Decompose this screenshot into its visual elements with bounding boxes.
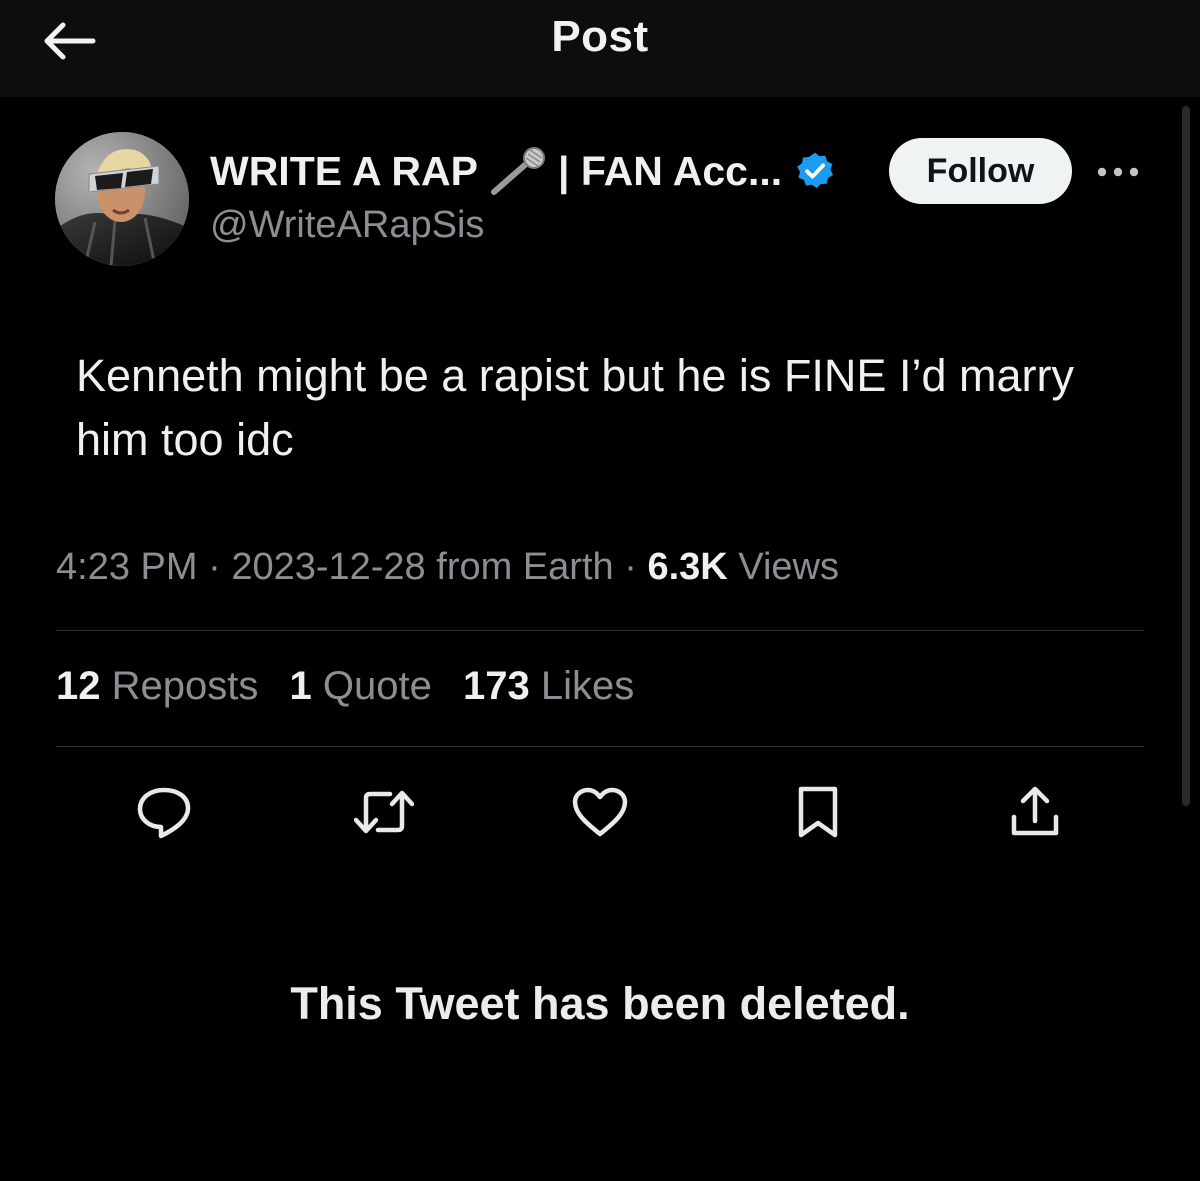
profile-photo (55, 132, 189, 266)
views-count: 6.3K (647, 546, 728, 588)
tweet-stats: 12 Reposts 1 Quote 173 Likes (56, 664, 654, 709)
quotes-stat[interactable]: 1 Quote (290, 664, 432, 708)
microphone-icon (488, 146, 552, 196)
display-name-suffix: | FAN Acc... (558, 147, 783, 194)
like-button[interactable] (570, 782, 630, 842)
divider (56, 746, 1144, 747)
reply-button[interactable] (134, 782, 194, 842)
avatar[interactable] (55, 132, 189, 266)
bookmark-icon (798, 786, 838, 838)
likes-count: 173 (462, 664, 530, 708)
display-name: WRITE A RAP (210, 147, 479, 194)
more-options-button[interactable] (1092, 150, 1144, 194)
share-icon (1011, 786, 1059, 836)
heart-icon (572, 787, 628, 837)
quotes-label: Quote (322, 664, 432, 708)
meta-separator: · (624, 546, 648, 588)
meta-separator: · (208, 546, 232, 588)
repost-button[interactable] (354, 782, 414, 842)
top-bar: Post (0, 0, 1200, 97)
views-label: Views (738, 546, 839, 588)
follow-button[interactable]: Follow (889, 138, 1072, 204)
reposts-count: 12 (56, 664, 101, 708)
tweet-source: from Earth (436, 546, 614, 588)
tweet-date: 2023-12-28 (231, 546, 426, 588)
reply-icon (137, 787, 191, 839)
tweet-meta: 4:23 PM · 2023-12-28 from Earth · 6.3K V… (56, 546, 839, 589)
user-handle[interactable]: @WriteARapSis (210, 204, 484, 247)
tweet-time: 4:23 PM (56, 546, 198, 588)
bookmark-button[interactable] (788, 782, 848, 842)
page-title: Post (551, 12, 649, 61)
deleted-tweet-notice: This Tweet has been deleted. (290, 978, 910, 1029)
display-name-row[interactable]: WRITE A RAP | FAN Acc... (210, 146, 836, 196)
tweet-text: Kenneth might be a rapist but he is FINE… (76, 350, 1074, 465)
divider (56, 630, 1144, 631)
reposts-stat[interactable]: 12 Reposts (56, 664, 258, 708)
likes-stat[interactable]: 173 Likes (463, 664, 634, 708)
verified-badge-icon (794, 150, 836, 192)
reposts-label: Reposts (111, 664, 259, 708)
repost-icon (354, 790, 414, 834)
quotes-count: 1 (289, 664, 312, 708)
likes-label: Likes (540, 664, 635, 708)
more-dots-icon (1097, 167, 1139, 177)
scrollbar[interactable] (1182, 106, 1190, 806)
share-button[interactable] (1005, 782, 1065, 842)
